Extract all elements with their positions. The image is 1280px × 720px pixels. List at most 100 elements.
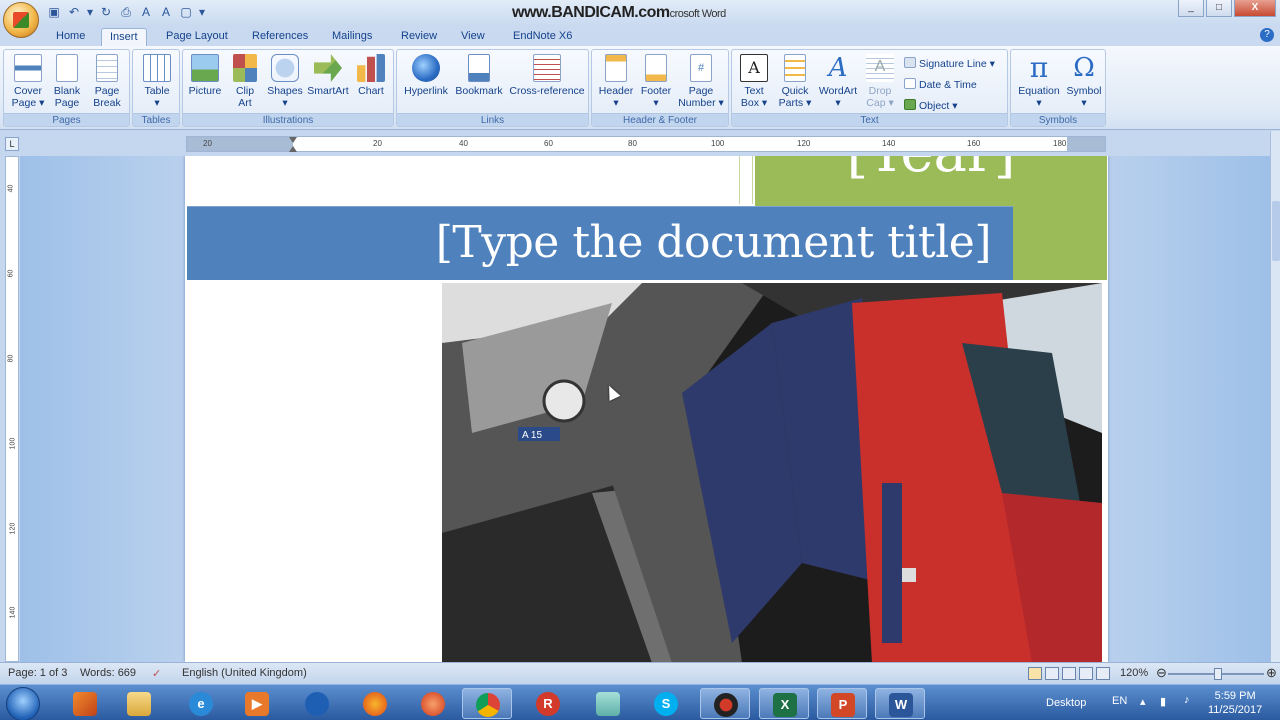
print-layout-view-icon[interactable]	[1028, 667, 1042, 680]
word-icon[interactable]: W	[875, 688, 925, 719]
tab-insert[interactable]: Insert	[101, 28, 147, 46]
file-explorer-icon[interactable]	[114, 688, 164, 719]
font-icon[interactable]: A	[138, 4, 154, 20]
print-preview-icon[interactable]: ⎙	[118, 4, 134, 20]
vertical-scrollbar[interactable]	[1270, 131, 1280, 662]
title-box[interactable]: [Type the document title]	[187, 206, 1013, 280]
clock[interactable]: 5:59 PM 11/25/2017	[1208, 689, 1262, 717]
bookmark-icon	[468, 54, 490, 82]
folder-icon[interactable]	[583, 688, 633, 719]
app-r-icon[interactable]: R	[523, 688, 573, 719]
quick-parts-button[interactable]: Quick Parts ▾	[774, 52, 816, 109]
symbol-button[interactable]: Ω Symbol ▾	[1063, 52, 1105, 109]
save-icon[interactable]: ▣	[46, 4, 62, 20]
skype-icon[interactable]: S	[641, 688, 691, 719]
font-color-icon[interactable]: A	[158, 4, 174, 20]
close-button[interactable]: X	[1234, 0, 1276, 17]
text-box-button[interactable]: A Text Box ▾	[734, 52, 774, 109]
smartart-button[interactable]: SmartArt	[307, 52, 349, 97]
language-indicator[interactable]: EN	[1112, 695, 1127, 707]
header-button[interactable]: Header ▾	[596, 52, 636, 109]
document-title-placeholder[interactable]: [Type the document title]	[436, 217, 992, 268]
show-hidden-icons[interactable]: ▴	[1140, 695, 1146, 708]
ruler-tick: 120	[797, 139, 811, 148]
date-time-button[interactable]: Date & Time	[904, 78, 977, 91]
zoom-level[interactable]: 120%	[1120, 667, 1148, 679]
hyperlink-button[interactable]: Hyperlink	[401, 52, 451, 97]
minimize-button[interactable]: _	[1178, 0, 1204, 17]
tab-endnote[interactable]: EndNote X6	[511, 28, 574, 46]
year-placeholder[interactable]: [Year]	[755, 156, 1107, 185]
tab-mailings[interactable]: Mailings	[330, 28, 374, 46]
firefox-dev-icon[interactable]	[408, 688, 458, 719]
matlab-icon[interactable]	[60, 688, 110, 719]
app-icon[interactable]	[292, 688, 342, 719]
zoom-slider-thumb[interactable]	[1214, 668, 1222, 680]
desktop-toolbar-label[interactable]: Desktop	[1046, 697, 1086, 709]
cover-page-button[interactable]: Cover Page ▾	[8, 52, 48, 109]
page-count[interactable]: Page: 1 of 3	[8, 667, 67, 679]
restore-button[interactable]: □	[1206, 0, 1232, 17]
signature-line-button[interactable]: Signature Line ▾	[904, 57, 995, 70]
powerpoint-icon[interactable]: P	[817, 688, 867, 719]
scroll-thumb[interactable]	[1272, 201, 1280, 261]
start-button[interactable]	[6, 687, 40, 720]
office-button[interactable]	[3, 2, 39, 38]
cross-reference-button[interactable]: Cross-reference	[507, 52, 587, 97]
vertical-ruler[interactable]: 40 60 80 100 120 140	[5, 156, 19, 662]
tab-selector[interactable]: L	[5, 137, 19, 151]
clip-art-button[interactable]: Clip Art	[227, 52, 263, 109]
chart-button[interactable]: Chart	[351, 52, 391, 97]
blank-page-button[interactable]: Blank Page	[48, 52, 86, 109]
document-page[interactable]: [Year] [Type the document title]	[185, 156, 1108, 662]
tab-page-layout[interactable]: Page Layout	[164, 28, 230, 46]
bookmark-button[interactable]: Bookmark	[453, 52, 505, 97]
hyperlink-icon	[412, 54, 440, 82]
picture-label: Picture	[188, 85, 222, 97]
page-number-button[interactable]: # Page Number ▾	[676, 52, 726, 109]
recorder-icon[interactable]	[700, 688, 750, 719]
firefox-icon[interactable]	[350, 688, 400, 719]
shapes-button[interactable]: Shapes ▾	[265, 52, 305, 109]
tab-references[interactable]: References	[250, 28, 310, 46]
proofing-icon[interactable]: ✓	[152, 667, 161, 680]
tab-view[interactable]: View	[459, 28, 487, 46]
train-at-station-image[interactable]: A 15	[442, 283, 1102, 662]
chrome-icon[interactable]	[462, 688, 512, 719]
zoom-in-icon[interactable]: ⊕	[1266, 665, 1277, 681]
web-layout-icon[interactable]	[1062, 667, 1076, 680]
zoom-out-icon[interactable]: ⊖	[1156, 665, 1167, 681]
full-screen-reading-icon[interactable]	[1045, 667, 1059, 680]
tab-home[interactable]: Home	[54, 28, 87, 46]
media-player-icon[interactable]: ▶	[232, 688, 282, 719]
page-break-button[interactable]: Page Break	[88, 52, 126, 109]
picture-button[interactable]: Picture	[185, 52, 225, 97]
equation-button[interactable]: π Equation ▾	[1015, 52, 1063, 110]
outline-view-icon[interactable]	[1079, 667, 1093, 680]
customize-icon[interactable]: ▾	[198, 4, 206, 20]
draft-view-icon[interactable]	[1096, 667, 1110, 680]
language-status[interactable]: English (United Kingdom)	[182, 667, 307, 679]
first-line-indent-marker[interactable]	[289, 137, 297, 143]
network-icon[interactable]: ▮	[1160, 695, 1166, 708]
word-count[interactable]: Words: 669	[80, 667, 136, 679]
footer-button[interactable]: Footer ▾	[636, 52, 676, 109]
tab-review[interactable]: Review	[399, 28, 439, 46]
drop-cap-button[interactable]: A Drop Cap ▾	[860, 52, 900, 109]
object-button[interactable]: Object ▾	[904, 99, 958, 112]
undo-dropdown-icon[interactable]: ▾	[86, 4, 94, 20]
ruler-tick: 100	[9, 437, 17, 450]
picture-icon	[191, 54, 219, 82]
volume-icon[interactable]: ♪	[1184, 694, 1190, 706]
frame-icon[interactable]: ▢	[178, 4, 194, 20]
horizontal-ruler[interactable]: 20 20 40 60 80 100 120 140 160 180	[186, 136, 1106, 152]
wordart-button[interactable]: A WordArt ▾	[816, 52, 860, 109]
internet-explorer-icon[interactable]: e	[176, 688, 226, 719]
undo-icon[interactable]: ↶	[66, 4, 82, 20]
cross-reference-label: Cross-reference	[509, 85, 585, 97]
table-button[interactable]: Table ▾	[137, 52, 177, 109]
help-icon[interactable]: ?	[1260, 28, 1274, 42]
excel-icon[interactable]: X	[759, 688, 809, 719]
redo-icon[interactable]: ↻	[98, 4, 114, 20]
hanging-indent-marker[interactable]	[289, 146, 297, 152]
